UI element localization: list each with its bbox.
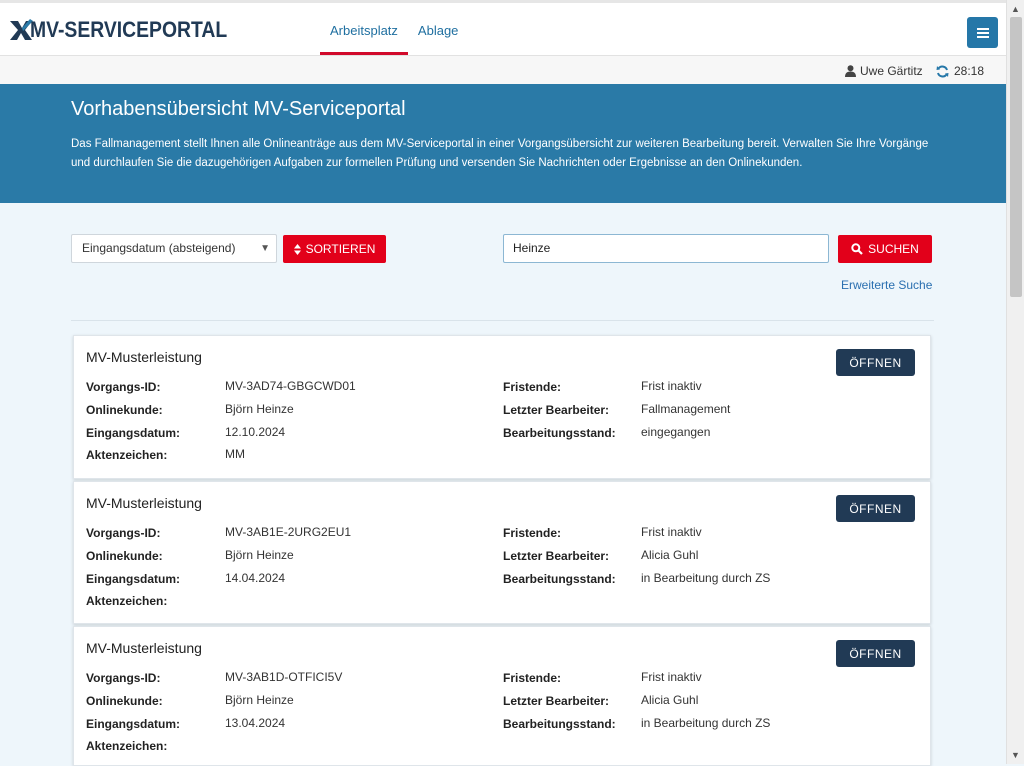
label-vorgangs-id: Vorgangs-ID: bbox=[86, 380, 161, 394]
logo-text: MV-SERVICEPORTAL bbox=[30, 17, 228, 42]
case-card: MV-Musterleistung ÖFFNEN Vorgangs-ID: MV… bbox=[73, 626, 931, 766]
sort-icon bbox=[293, 243, 301, 255]
label-eingangsdatum: Eingangsdatum: bbox=[86, 572, 181, 586]
value-vorgangs-id: MV-3AD74-GBGCWD01 bbox=[225, 379, 356, 393]
value-bearbeitungsstand: in Bearbeitung durch ZS bbox=[641, 571, 771, 585]
label-eingangsdatum: Eingangsdatum: bbox=[86, 426, 181, 440]
refresh-icon bbox=[936, 65, 949, 77]
case-title: MV-Musterleistung bbox=[86, 640, 202, 656]
open-button[interactable]: ÖFFNEN bbox=[836, 349, 915, 376]
logo[interactable]: MV-SERVICEPORTAL bbox=[8, 17, 254, 43]
value-letzter-bearbeiter: Alicia Guhl bbox=[641, 693, 699, 707]
divider bbox=[71, 320, 934, 321]
advanced-search-link[interactable]: Erweiterte Suche bbox=[841, 278, 932, 292]
top-header: MV-SERVICEPORTAL Arbeitsplatz Ablage bbox=[0, 0, 1006, 55]
label-vorgangs-id: Vorgangs-ID: bbox=[86, 526, 161, 540]
page-description: Das Fallmanagement stellt Ihnen alle Onl… bbox=[71, 138, 929, 169]
value-aktenzeichen: MM bbox=[225, 447, 245, 461]
value-fristende: Frist inaktiv bbox=[641, 379, 702, 393]
label-eingangsdatum: Eingangsdatum: bbox=[86, 717, 181, 731]
nav-arbeitsplatz[interactable]: Arbeitsplatz bbox=[320, 3, 408, 55]
label-aktenzeichen: Aktenzeichen: bbox=[86, 594, 168, 608]
nav-ablage[interactable]: Ablage bbox=[408, 3, 468, 55]
page-scrollbar[interactable]: ▲ ▼ bbox=[1006, 0, 1024, 764]
sort-select[interactable]: Eingangsdatum (absteigend) ▼ bbox=[71, 234, 277, 263]
chevron-down-icon: ▼ bbox=[260, 243, 270, 254]
sort-button[interactable]: SORTIEREN bbox=[283, 235, 386, 263]
value-letzter-bearbeiter: Alicia Guhl bbox=[641, 548, 699, 562]
hamburger-icon bbox=[976, 27, 989, 38]
label-aktenzeichen: Aktenzeichen: bbox=[86, 739, 168, 753]
case-card: MV-Musterleistung ÖFFNEN Vorgangs-ID: MV… bbox=[73, 335, 931, 479]
value-eingangsdatum: 14.04.2024 bbox=[225, 571, 286, 585]
value-vorgangs-id: MV-3AB1D-OTFICI5V bbox=[225, 670, 343, 684]
value-vorgangs-id: MV-3AB1E-2URG2EU1 bbox=[225, 525, 352, 539]
label-bearbeitungsstand: Bearbeitungsstand: bbox=[503, 717, 616, 731]
case-title: MV-Musterleistung bbox=[86, 495, 202, 511]
scroll-down-arrow-icon[interactable]: ▼ bbox=[1011, 750, 1020, 760]
user-name: Uwe Gärtitz bbox=[860, 64, 923, 78]
value-fristende: Frist inaktiv bbox=[641, 525, 702, 539]
value-bearbeitungsstand: in Bearbeitung durch ZS bbox=[641, 716, 771, 730]
value-onlinekunde: Björn Heinze bbox=[225, 693, 294, 707]
user-bar: Uwe Gärtitz 28:18 bbox=[0, 55, 1006, 84]
value-onlinekunde: Björn Heinze bbox=[225, 402, 294, 416]
sort-button-label: SORTIEREN bbox=[305, 242, 376, 256]
menu-button[interactable] bbox=[967, 17, 998, 48]
case-card: MV-Musterleistung ÖFFNEN Vorgangs-ID: MV… bbox=[73, 481, 931, 624]
scroll-up-arrow-icon[interactable]: ▲ bbox=[1011, 4, 1020, 14]
value-fristende: Frist inaktiv bbox=[641, 670, 702, 684]
label-fristende: Fristende: bbox=[503, 380, 562, 394]
scrollbar-thumb[interactable] bbox=[1010, 17, 1022, 297]
user-icon bbox=[845, 65, 856, 77]
label-letzter-bearbeiter: Letzter Bearbeiter: bbox=[503, 694, 610, 708]
search-icon bbox=[851, 243, 863, 255]
label-onlinekunde: Onlinekunde: bbox=[86, 549, 163, 563]
label-vorgangs-id: Vorgangs-ID: bbox=[86, 671, 161, 685]
value-letzter-bearbeiter: Fallmanagement bbox=[641, 402, 731, 416]
timer-value: 28:18 bbox=[954, 64, 985, 78]
label-letzter-bearbeiter: Letzter Bearbeiter: bbox=[503, 549, 610, 563]
label-bearbeitungsstand: Bearbeitungsstand: bbox=[503, 572, 616, 586]
sort-select-value: Eingangsdatum (absteigend) bbox=[82, 241, 236, 255]
label-fristende: Fristende: bbox=[503, 526, 562, 540]
open-button[interactable]: ÖFFNEN bbox=[836, 640, 915, 667]
label-bearbeitungsstand: Bearbeitungsstand: bbox=[503, 426, 616, 440]
user-info[interactable]: Uwe Gärtitz bbox=[845, 64, 923, 78]
value-eingangsdatum: 13.04.2024 bbox=[225, 716, 286, 730]
hero-banner: Vorhabensübersicht MV-Serviceportal Das … bbox=[0, 84, 1006, 203]
case-title: MV-Musterleistung bbox=[86, 349, 202, 365]
value-eingangsdatum: 12.10.2024 bbox=[225, 425, 286, 439]
label-onlinekunde: Onlinekunde: bbox=[86, 403, 163, 417]
value-bearbeitungsstand: eingegangen bbox=[641, 425, 711, 439]
label-fristende: Fristende: bbox=[503, 671, 562, 685]
open-button[interactable]: ÖFFNEN bbox=[836, 495, 915, 522]
label-letzter-bearbeiter: Letzter Bearbeiter: bbox=[503, 403, 610, 417]
search-button[interactable]: SUCHEN bbox=[838, 235, 932, 263]
main-nav: Arbeitsplatz Ablage bbox=[320, 3, 468, 55]
search-input[interactable]: Heinze bbox=[503, 234, 829, 263]
label-onlinekunde: Onlinekunde: bbox=[86, 694, 163, 708]
session-timer[interactable]: 28:18 bbox=[936, 64, 984, 78]
search-button-label: SUCHEN bbox=[868, 242, 919, 256]
search-input-value: Heinze bbox=[513, 241, 551, 255]
value-onlinekunde: Björn Heinze bbox=[225, 548, 294, 562]
page-title: Vorhabensübersicht MV-Serviceportal bbox=[71, 98, 406, 120]
label-aktenzeichen: Aktenzeichen: bbox=[86, 448, 168, 462]
